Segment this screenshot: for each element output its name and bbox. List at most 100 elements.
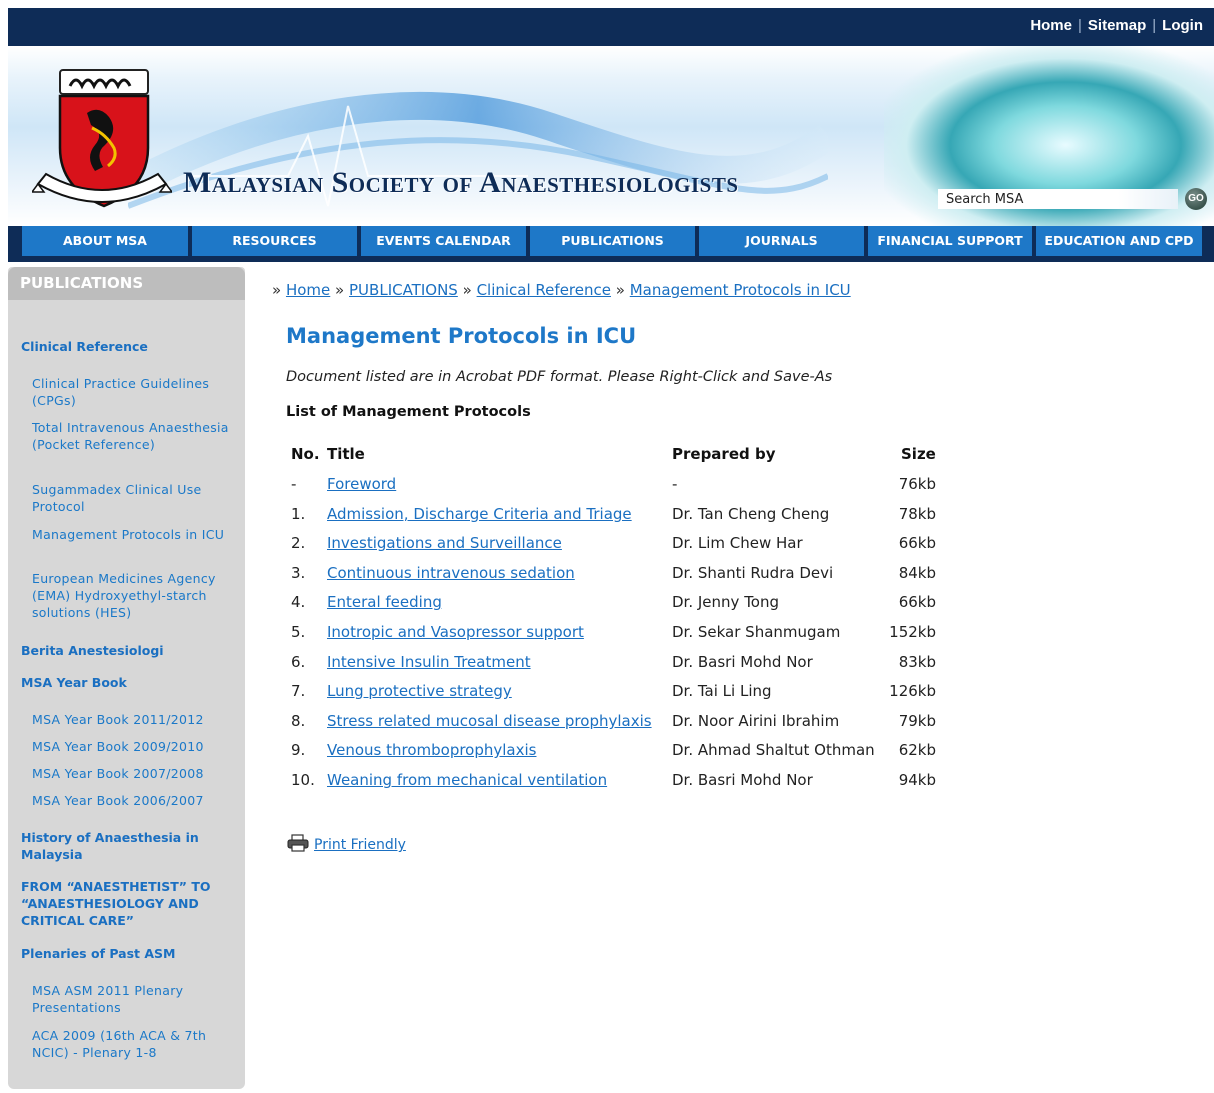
banner-swoosh-graphic bbox=[128, 92, 828, 209]
protocol-title-link[interactable]: Weaning from mechanical ventilation bbox=[327, 771, 607, 789]
msa-crest-logo bbox=[32, 69, 172, 208]
list-heading: List of Management Protocols bbox=[286, 404, 531, 420]
sidebar-subitem-yearbook-2011[interactable]: MSA Year Book 2011/2012 bbox=[32, 711, 232, 728]
sidebar-subitem-cpgs[interactable]: Clinical Practice Guidelines (CPGs) bbox=[32, 375, 232, 409]
column-header-title: Title bbox=[327, 445, 365, 463]
page-title: Management Protocols in ICU bbox=[286, 324, 637, 348]
prepared-by: Dr. Noor Airini Ibrahim bbox=[672, 712, 840, 730]
file-size: 126kb bbox=[889, 682, 936, 700]
sidebar-item-berita[interactable]: Berita Anestesiologi bbox=[21, 642, 226, 659]
top-bar: Home | Sitemap | Login bbox=[8, 8, 1214, 46]
protocol-title-link[interactable]: Stress related mucosal disease prophylax… bbox=[327, 712, 652, 730]
nav-financial-support[interactable]: FINANCIAL SUPPORT bbox=[868, 226, 1032, 256]
protocol-title-link[interactable]: Inotropic and Vasopressor support bbox=[327, 623, 584, 641]
file-size: 83kb bbox=[898, 653, 936, 671]
top-link-separator: | bbox=[1078, 17, 1082, 34]
file-size: 79kb bbox=[898, 712, 936, 730]
top-link-home[interactable]: Home bbox=[1030, 17, 1072, 34]
protocol-title-link[interactable]: Enteral feeding bbox=[327, 593, 442, 611]
header-banner: Malaysian Society of Anaesthesiologists … bbox=[8, 46, 1214, 226]
top-link-login[interactable]: Login bbox=[1162, 17, 1203, 34]
file-size: 66kb bbox=[898, 534, 936, 552]
nav-resources[interactable]: RESOURCES bbox=[192, 226, 357, 256]
file-size: 152kb bbox=[889, 623, 936, 641]
prepared-by: Dr. Lim Chew Har bbox=[672, 534, 803, 552]
sidebar-subitem-asm-2011[interactable]: MSA ASM 2011 Plenary Presentations bbox=[32, 982, 232, 1016]
sidebar-subitem-icu-protocols[interactable]: Management Protocols in ICU bbox=[32, 526, 232, 543]
top-link-separator: | bbox=[1152, 17, 1157, 34]
prepared-by: Dr. Jenny Tong bbox=[672, 593, 780, 611]
row-number: 9. bbox=[291, 741, 306, 759]
prepared-by: Dr. Sekar Shanmugam bbox=[672, 623, 841, 641]
row-number: - bbox=[291, 475, 297, 493]
sidebar-item-yearbook[interactable]: MSA Year Book bbox=[21, 674, 226, 691]
prepared-by: Dr. Basri Mohd Nor bbox=[672, 771, 813, 789]
protocol-title-link[interactable]: Intensive Insulin Treatment bbox=[327, 653, 531, 671]
row-number: 7. bbox=[291, 682, 306, 700]
breadcrumb-separator: » bbox=[335, 281, 345, 299]
sidebar-subitem-sugammadex[interactable]: Sugammadex Clinical Use Protocol bbox=[32, 481, 232, 515]
row-number: 1. bbox=[291, 505, 306, 523]
sidebar-subitem-ema-hes[interactable]: European Medicines Agency (EMA) Hydroxye… bbox=[32, 570, 232, 621]
sidebar-item-history[interactable]: History of Anaesthesia in Malaysia bbox=[21, 829, 226, 863]
prepared-by: Dr. Tai Li Ling bbox=[672, 682, 772, 700]
sidebar: PUBLICATIONS Clinical Reference Clinical… bbox=[8, 267, 245, 1089]
row-number: 10. bbox=[291, 771, 315, 789]
prepared-by: Dr. Ahmad Shaltut Othman bbox=[672, 741, 875, 759]
protocol-title-link[interactable]: Investigations and Surveillance bbox=[327, 534, 562, 552]
prepared-by: - bbox=[672, 475, 678, 493]
sidebar-subitem-yearbook-2006[interactable]: MSA Year Book 2006/2007 bbox=[32, 792, 232, 809]
site-title: Malaysian Society of Anaesthesiologists bbox=[183, 166, 739, 199]
row-number: 2. bbox=[291, 534, 306, 552]
top-links: Home | Sitemap | Login bbox=[1030, 17, 1203, 34]
column-header-no: No. bbox=[291, 445, 320, 463]
file-size: 84kb bbox=[898, 564, 936, 582]
sidebar-item-from-anaesthetist[interactable]: FROM “ANAESTHETIST” TO “ANAESTHESIOLOGY … bbox=[21, 878, 226, 929]
breadcrumb-separator: » bbox=[615, 281, 625, 299]
sidebar-subitem-tiva[interactable]: Total Intravenous Anaesthesia (Pocket Re… bbox=[32, 419, 232, 453]
row-number: 6. bbox=[291, 653, 306, 671]
nav-about-msa[interactable]: ABOUT MSA bbox=[22, 226, 188, 256]
protocol-title-link[interactable]: Continuous intravenous sedation bbox=[327, 564, 575, 582]
file-size: 78kb bbox=[898, 505, 936, 523]
breadcrumb-home[interactable]: Home bbox=[286, 281, 330, 299]
nav-journals[interactable]: JOURNALS bbox=[699, 226, 864, 256]
nav-publications[interactable]: PUBLICATIONS bbox=[530, 226, 695, 256]
row-number: 5. bbox=[291, 623, 306, 641]
search-go-button[interactable]: GO bbox=[1185, 188, 1207, 210]
print-friendly-link[interactable]: Print Friendly bbox=[314, 837, 406, 853]
sidebar-item-plenaries[interactable]: Plenaries of Past ASM bbox=[21, 945, 226, 962]
breadcrumb-clinical-reference[interactable]: Clinical Reference bbox=[477, 281, 611, 299]
prepared-by: Dr. Shanti Rudra Devi bbox=[672, 564, 834, 582]
sidebar-subitem-aca-2009[interactable]: ACA 2009 (16th ACA & 7th NCIC) - Plenary… bbox=[32, 1027, 232, 1061]
protocol-title-link[interactable]: Foreword bbox=[327, 475, 396, 493]
file-size: 94kb bbox=[898, 771, 936, 789]
printer-icon[interactable] bbox=[287, 834, 309, 852]
sidebar-subitem-yearbook-2007[interactable]: MSA Year Book 2007/2008 bbox=[32, 765, 232, 782]
row-number: 8. bbox=[291, 712, 306, 730]
intro-text: Document listed are in Acrobat PDF forma… bbox=[286, 369, 833, 385]
main-nav: ABOUT MSA RESOURCES EVENTS CALENDAR PUBL… bbox=[8, 226, 1214, 262]
breadcrumb: » Home » PUBLICATIONS » Clinical Referen… bbox=[272, 281, 851, 299]
breadcrumb-icu-protocols[interactable]: Management Protocols in ICU bbox=[630, 281, 851, 299]
column-header-prepared-by: Prepared by bbox=[672, 445, 776, 463]
nav-education-and-cpd[interactable]: EDUCATION AND CPD bbox=[1036, 226, 1202, 256]
sidebar-item-clinical-reference[interactable]: Clinical Reference bbox=[21, 338, 226, 355]
nav-events-calendar[interactable]: EVENTS CALENDAR bbox=[361, 226, 526, 256]
row-number: 3. bbox=[291, 564, 306, 582]
breadcrumb-separator: » bbox=[272, 281, 282, 299]
sidebar-heading: PUBLICATIONS bbox=[8, 267, 245, 300]
protocol-title-link[interactable]: Admission, Discharge Criteria and Triage bbox=[327, 505, 632, 523]
row-number: 4. bbox=[291, 593, 306, 611]
file-size: 62kb bbox=[898, 741, 936, 759]
column-header-size: Size bbox=[901, 445, 936, 463]
file-size: 66kb bbox=[898, 593, 936, 611]
breadcrumb-separator: » bbox=[462, 281, 472, 299]
search-input[interactable] bbox=[938, 189, 1178, 209]
protocol-title-link[interactable]: Venous thromboprophylaxis bbox=[327, 741, 536, 759]
file-size: 76kb bbox=[898, 475, 936, 493]
top-link-sitemap[interactable]: Sitemap bbox=[1088, 17, 1146, 34]
sidebar-subitem-yearbook-2009[interactable]: MSA Year Book 2009/2010 bbox=[32, 738, 232, 755]
breadcrumb-publications[interactable]: PUBLICATIONS bbox=[349, 281, 458, 299]
protocol-title-link[interactable]: Lung protective strategy bbox=[327, 682, 512, 700]
